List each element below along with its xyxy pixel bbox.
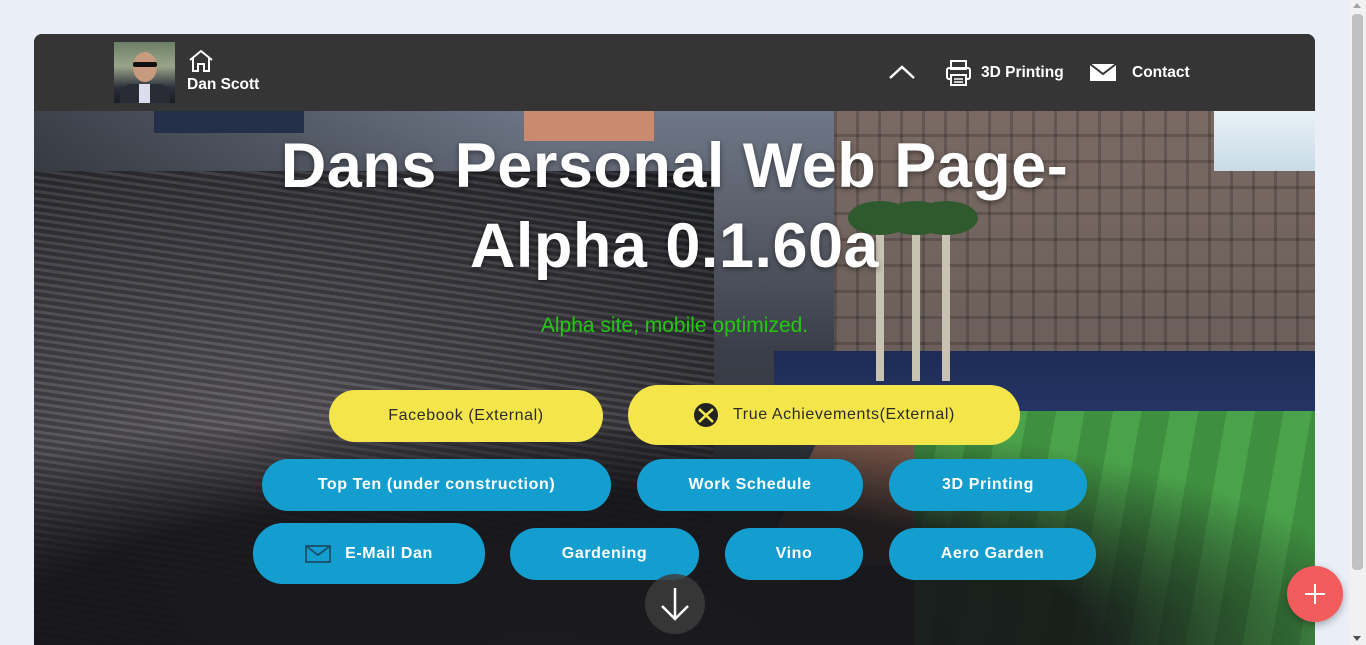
nav-link-contact[interactable]: Contact	[1132, 64, 1190, 82]
vino-button-label: Vino	[775, 545, 813, 562]
true-achievements-button-label: True Achievements(External)	[733, 406, 955, 423]
facebook-button-label: Facebook (External)	[388, 407, 544, 424]
mail-icon	[305, 544, 331, 563]
page-title: Dans Personal Web Page- Alpha 0.1.60a	[34, 126, 1315, 286]
gardening-button[interactable]: Gardening	[510, 528, 699, 580]
scroll-up-arrow-icon[interactable]	[1353, 3, 1361, 8]
page-title-line2: Alpha 0.1.60a	[469, 211, 880, 281]
email-dan-button[interactable]: E-Mail Dan	[253, 523, 485, 584]
work-schedule-button-label: Work Schedule	[688, 476, 812, 493]
brand-name[interactable]: Dan Scott	[187, 76, 259, 94]
3d-printing-button[interactable]: 3D Printing	[889, 459, 1087, 511]
gardening-button-label: Gardening	[561, 545, 648, 562]
vino-button[interactable]: Vino	[725, 528, 863, 580]
avatar-head	[133, 52, 157, 82]
hero-section: Dans Personal Web Page- Alpha 0.1.60a Al…	[34, 111, 1315, 645]
facebook-button[interactable]: Facebook (External)	[329, 390, 603, 442]
3d-printing-button-label: 3D Printing	[942, 476, 1034, 493]
top-navbar: Dan Scott 3D Printing Contact	[34, 34, 1315, 111]
top-ten-button[interactable]: Top Ten (under construction)	[262, 459, 611, 511]
avatar-glasses	[133, 62, 157, 67]
work-schedule-button[interactable]: Work Schedule	[637, 459, 863, 511]
scrollbar-thumb[interactable]	[1352, 14, 1363, 570]
chevron-up-icon[interactable]	[888, 64, 916, 80]
page-frame: Dan Scott 3D Printing Contact Dans Perso…	[34, 34, 1315, 645]
aero-garden-button-label: Aero Garden	[940, 545, 1045, 562]
vertical-scrollbar[interactable]	[1349, 0, 1366, 645]
xbox-icon	[694, 403, 719, 427]
page-subtitle: Alpha site, mobile optimized.	[540, 314, 809, 337]
avatar-shirt	[139, 84, 150, 103]
nav-link-3d-printing[interactable]: 3D Printing	[981, 64, 1064, 82]
scroll-down-arrow-icon[interactable]	[1353, 636, 1361, 641]
home-icon[interactable]	[188, 49, 214, 73]
aero-garden-button[interactable]: Aero Garden	[889, 528, 1096, 580]
add-fab-button[interactable]	[1287, 566, 1343, 622]
plus-icon	[1305, 584, 1325, 604]
arrow-down-icon	[661, 588, 689, 621]
top-ten-button-label: Top Ten (under construction)	[317, 476, 556, 493]
email-dan-button-label: E-Mail Dan	[345, 544, 433, 562]
scroll-down-button[interactable]	[645, 574, 705, 634]
page-title-line1: Dans Personal Web Page-	[280, 131, 1069, 201]
printer-icon[interactable]	[945, 59, 972, 87]
true-achievements-button[interactable]: True Achievements(External)	[628, 385, 1020, 445]
avatar[interactable]	[114, 42, 175, 103]
mail-icon[interactable]	[1089, 63, 1117, 82]
